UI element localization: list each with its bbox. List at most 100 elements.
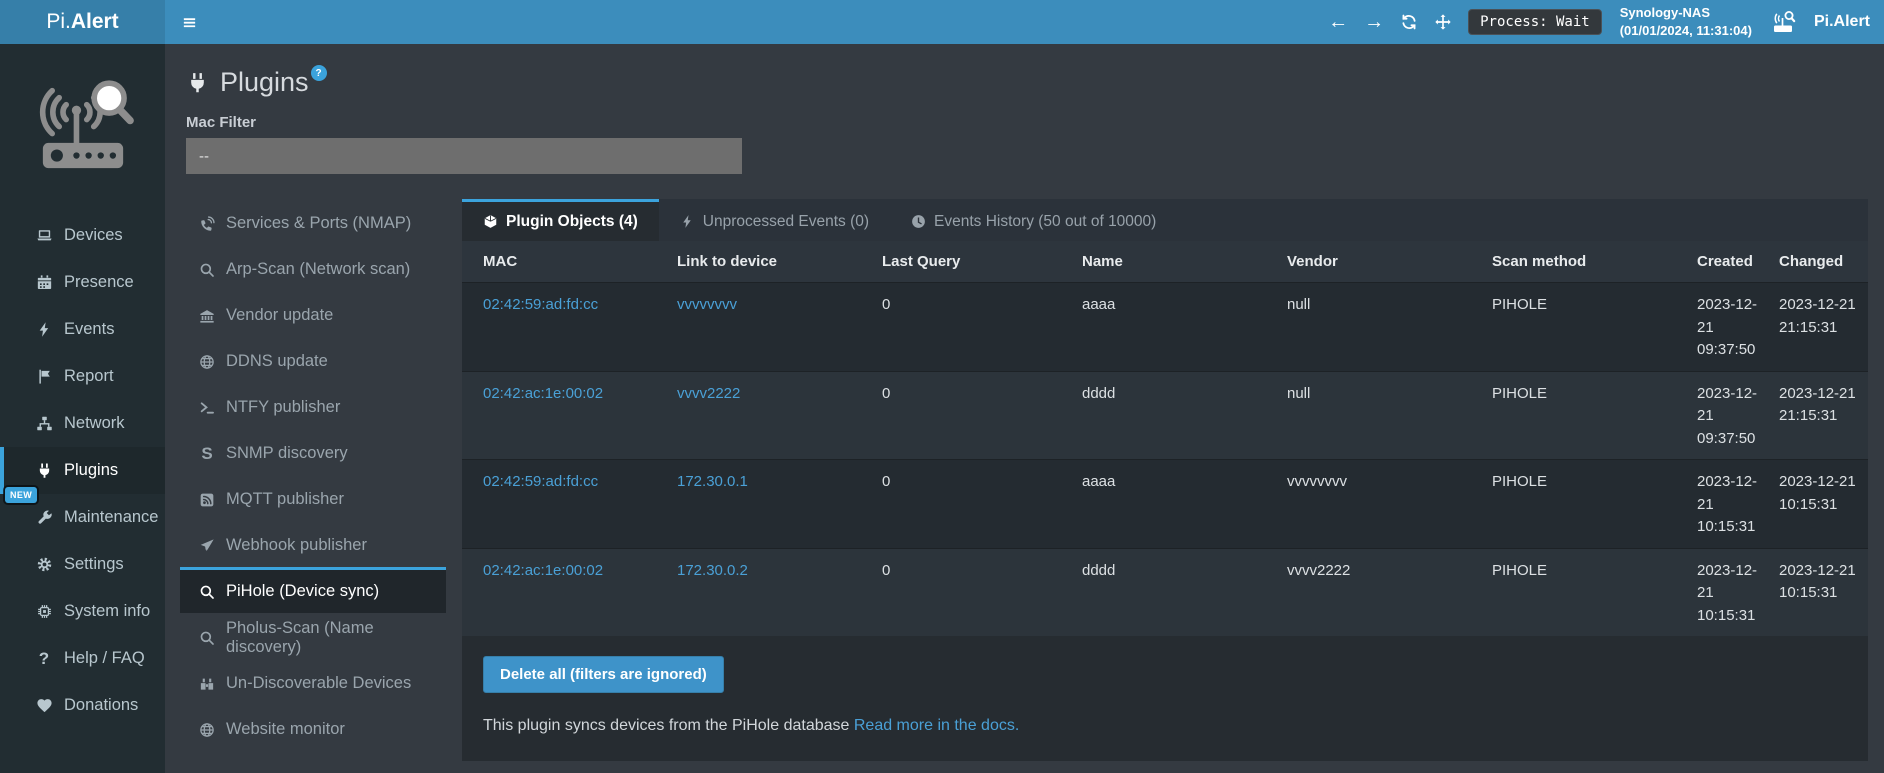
scan_method-value: PIHOLE — [1492, 296, 1547, 313]
pialert-router-logo — [0, 44, 165, 212]
cell-name: aaaa — [1082, 460, 1287, 549]
plugin-detail-panel: Plugin Objects (4)Unprocessed Events (0)… — [462, 199, 1868, 761]
wrench-icon — [33, 509, 55, 526]
app-name: Pi.Alert — [1814, 13, 1870, 31]
cell-vendor: vvvvvvvv — [1287, 460, 1492, 549]
plugin-nav-snmp-discovery[interactable]: SSNMP discovery — [180, 429, 446, 475]
cell-mac: 02:42:59:ad:fd:cc — [462, 460, 677, 549]
plugin-nav-pholus-scan-name-discovery[interactable]: Pholus-Scan (Name discovery) — [180, 613, 446, 659]
mac-link[interactable]: 02:42:ac:1e:00:02 — [483, 562, 603, 579]
sidebar-item-help-faq[interactable]: ?Help / FAQ — [0, 635, 165, 682]
link-link[interactable]: vvvvvvvv — [677, 296, 737, 313]
sidebar-item-settings[interactable]: Settings — [0, 541, 165, 588]
back-arrow-icon[interactable]: ← — [1328, 12, 1348, 32]
plugin-nav-services-ports-nmap[interactable]: Services & Ports (NMAP) — [180, 199, 446, 245]
last_query-value: 0 — [882, 473, 890, 490]
table-header-row: MACLink to deviceLast QueryNameVendorSca… — [462, 241, 1868, 283]
move-icon[interactable] — [1434, 13, 1452, 31]
sitemap-icon — [33, 415, 55, 432]
sidebar: Devices Presence EventsReport Network Plugin… — [0, 44, 165, 773]
column-header-mac: MAC — [462, 241, 677, 283]
docs-link[interactable]: Read more in the docs. — [854, 717, 1019, 734]
plugin-nav-vendor-update[interactable]: Vendor update — [180, 291, 446, 337]
plugin-nav-ddns-update[interactable]: DDNS update — [180, 337, 446, 383]
sidebar-item-label: Presence — [64, 273, 134, 292]
navbar-right: ← → Process: Wait Synology-NAS (01/01/20… — [1328, 4, 1870, 40]
cell-last_query: 0 — [882, 283, 1082, 372]
chip-icon — [33, 603, 55, 620]
help-badge[interactable]: ? — [311, 65, 327, 81]
navbar-main: ← → Process: Wait Synology-NAS (01/01/20… — [165, 0, 1884, 44]
sidebar-item-label: Maintenance — [64, 508, 158, 527]
terminal-icon — [196, 400, 218, 416]
sidebar-item-events[interactable]: Events — [0, 306, 165, 353]
link-link[interactable]: 172.30.0.2 — [677, 562, 748, 579]
tab-plugin-objects-4[interactable]: Plugin Objects (4) — [462, 199, 659, 241]
rss-square-icon — [196, 492, 218, 508]
sidebar-item-maintenance[interactable]: NEWMaintenance — [0, 494, 165, 541]
plug-icon — [33, 462, 55, 479]
phone-volume-icon — [196, 216, 218, 232]
search-icon — [196, 630, 218, 646]
host-timestamp: (01/01/2024, 11:31:04) — [1620, 22, 1752, 40]
mac-link[interactable]: 02:42:ac:1e:00:02 — [483, 385, 603, 402]
cube-icon — [483, 214, 498, 229]
sidebar-item-system-info[interactable]: System info — [0, 588, 165, 635]
cell-scan_method: PIHOLE — [1492, 371, 1697, 460]
cell-name: dddd — [1082, 548, 1287, 636]
brand-logo[interactable]: Pi.Alert — [0, 0, 165, 44]
brand-prefix: Pi. — [46, 10, 71, 34]
cell-created: 2023-12-21 10:15:31 — [1697, 460, 1779, 549]
cell-changed: 2023-12-21 21:15:31 — [1779, 283, 1868, 372]
sidebar-item-label: Devices — [64, 226, 123, 245]
plugin-nav-pihole-device-sync[interactable]: PiHole (Device sync) — [180, 567, 446, 613]
scan_method-value: PIHOLE — [1492, 473, 1547, 490]
cell-scan_method: PIHOLE — [1492, 460, 1697, 549]
refresh-icon[interactable] — [1400, 13, 1418, 31]
link-link[interactable]: vvvv2222 — [677, 385, 740, 402]
plugin-nav-un-discoverable-devices[interactable]: Un-Discoverable Devices — [180, 659, 446, 705]
column-header-last_query: Last Query — [882, 241, 1082, 283]
forward-arrow-icon[interactable]: → — [1364, 12, 1384, 32]
send-icon — [196, 538, 218, 554]
tab-content: MACLink to deviceLast QueryNameVendorSca… — [462, 241, 1868, 761]
name-value: dddd — [1082, 562, 1115, 579]
plugin-nav-website-monitor[interactable]: Website monitor — [180, 705, 446, 751]
sidebar-item-devices[interactable]: Devices — [0, 212, 165, 259]
cell-link: vvvvvvvv — [677, 283, 882, 372]
link-link[interactable]: 172.30.0.1 — [677, 473, 748, 490]
sidebar-item-label: Plugins — [64, 461, 118, 480]
cell-vendor: vvvv2222 — [1287, 548, 1492, 636]
plugin-nav-label: PiHole (Device sync) — [226, 582, 379, 601]
column-header-vendor: Vendor — [1287, 241, 1492, 283]
table-row: 02:42:59:ad:fd:ccvvvvvvvv0aaaanullPIHOLE… — [462, 283, 1868, 372]
sidebar-item-label: System info — [64, 602, 150, 621]
sidebar-item-network[interactable]: Network — [0, 400, 165, 447]
created-value: 2023-12-21 09:37:50 — [1697, 296, 1757, 358]
tab-events-history-50-out-of-10000[interactable]: Events History (50 out of 10000) — [890, 199, 1177, 241]
main-content: Plugins ? Mac Filter Services & Ports (N… — [165, 44, 1884, 773]
sidebar-item-label: Network — [64, 414, 125, 433]
sidebar-item-presence[interactable]: Presence — [0, 259, 165, 306]
tab-unprocessed-events-0[interactable]: Unprocessed Events (0) — [659, 199, 890, 241]
mac-filter-input[interactable] — [186, 138, 742, 174]
table-row: 02:42:ac:1e:00:02vvvv22220ddddnullPIHOLE… — [462, 371, 1868, 460]
delete-all-button[interactable]: Delete all (filters are ignored) — [483, 656, 724, 693]
plugin-nav-ntfy-publisher[interactable]: NTFY publisher — [180, 383, 446, 429]
plugin-nav-mqtt-publisher[interactable]: MQTT publisher — [180, 475, 446, 521]
vendor-value: vvvv2222 — [1287, 562, 1350, 579]
mac-link[interactable]: 02:42:59:ad:fd:cc — [483, 473, 598, 490]
sidebar-item-label: Help / FAQ — [64, 649, 145, 668]
vendor-value: null — [1287, 385, 1310, 402]
column-header-scan_method: Scan method — [1492, 241, 1697, 283]
name-value: aaaa — [1082, 473, 1115, 490]
column-header-name: Name — [1082, 241, 1287, 283]
plugin-nav-webhook-publisher[interactable]: Webhook publisher — [180, 521, 446, 567]
sidebar-toggle-icon[interactable] — [181, 14, 198, 31]
sidebar-item-report[interactable]: Report — [0, 353, 165, 400]
mac-link[interactable]: 02:42:59:ad:fd:cc — [483, 296, 598, 313]
cell-vendor: null — [1287, 371, 1492, 460]
plugin-nav-arp-scan-network-scan[interactable]: Arp-Scan (Network scan) — [180, 245, 446, 291]
cell-link: vvvv2222 — [677, 371, 882, 460]
sidebar-item-donations[interactable]: Donations — [0, 682, 165, 729]
